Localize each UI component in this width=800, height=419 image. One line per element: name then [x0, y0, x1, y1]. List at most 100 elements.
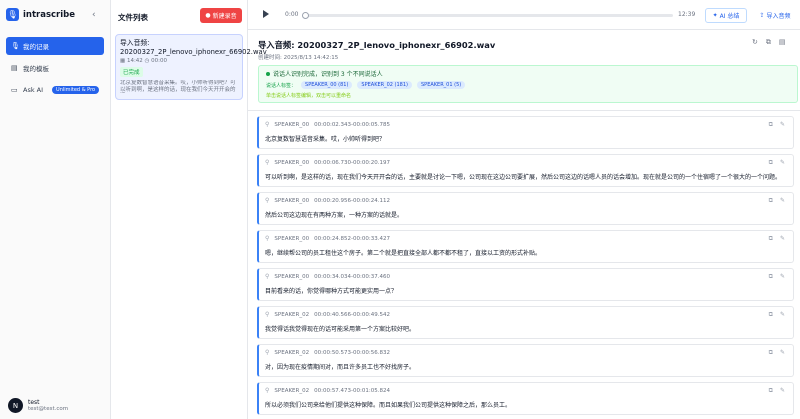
- user-email: test@test.com: [28, 406, 69, 412]
- file-list-panel: 文件列表 ● 新建录音 导入音频: 20200327_2P_lenovo_iph…: [111, 0, 267, 419]
- notice-text: 说话人识别完成，识别到 3 个不同说话人: [273, 71, 383, 78]
- speaker-tag[interactable]: SPEAKER_01 (5): [417, 81, 466, 89]
- copy-icon[interactable]: ⧉: [769, 387, 773, 395]
- progress-track[interactable]: [302, 12, 673, 19]
- transcript-segment[interactable]: ⚲ SPEAKER_00 00:00:24.852-00:00:33.427 嗯，继…: [257, 230, 794, 263]
- user-profile[interactable]: N test test@test.com: [8, 398, 68, 413]
- transcript-segment[interactable]: ⚲ SPEAKER_02 00:00:50.573-00:00:56.832 对，因…: [257, 344, 794, 377]
- status-badge: 已完成: [120, 67, 143, 77]
- transcript-segment[interactable]: ⚲ SPEAKER_02 00:00:40.566-00:00:49.542 我觉得…: [257, 306, 794, 339]
- segment-time: 00:00:24.852-00:00:33.427: [314, 235, 390, 242]
- copy-icon[interactable]: ⧉: [769, 311, 773, 319]
- mic-icon: 🎙: [11, 41, 20, 50]
- segment-text[interactable]: 所以必须我们公司来给他们提供这种保障。而且如果我们公司提供这种保障之后，那么员工…: [265, 400, 787, 409]
- ai-summary-button[interactable]: ✦ AI 总结: [705, 8, 747, 23]
- speaker-icon: ⚲: [265, 273, 270, 280]
- progress-knob[interactable]: [302, 12, 309, 19]
- segment-speaker[interactable]: SPEAKER_00: [274, 160, 309, 166]
- new-recording-label: 新建录音: [212, 13, 237, 20]
- segment-time: 00:00:50.573-00:00:56.832: [314, 349, 390, 356]
- speaker-labels: 说话人标签： SPEAKER_00 (81) SPEAKER_02 (181) …: [266, 81, 790, 89]
- copy-icon[interactable]: ⧉: [769, 235, 773, 243]
- segment-speaker[interactable]: SPEAKER_02: [274, 388, 309, 394]
- created-date: 创建时间: 2025/8/13 14:42:15: [258, 55, 339, 61]
- copy-icon[interactable]: ⧉: [769, 349, 773, 357]
- segment-time: 00:00:34.034-00:00:37.460: [314, 273, 390, 280]
- refresh-icon[interactable]: ↻: [752, 38, 758, 47]
- transcript-segment[interactable]: ⚲ SPEAKER_00 00:00:06.730-00:00:20.197 可以听…: [257, 154, 794, 187]
- segment-speaker[interactable]: SPEAKER_00: [274, 236, 309, 242]
- clock-icon: ◷: [144, 58, 150, 64]
- file-card[interactable]: 导入音频: 20200327_2P_lenovo_iphonexr_66902.…: [115, 34, 267, 100]
- segment-text[interactable]: 然后公司这边现在有两种方案，一种方案的话就是。: [265, 210, 787, 219]
- speaker-icon: ⚲: [265, 159, 270, 166]
- collapse-sidebar-icon[interactable]: ‹: [92, 10, 96, 20]
- segment-speaker[interactable]: SPEAKER_02: [274, 312, 309, 318]
- audio-player: 0:00 12:39 ✦ AI 总结 ⇪ 导入音频: [248, 0, 800, 30]
- header-actions: ↻ ⧉ ▤: [752, 38, 786, 47]
- edit-icon[interactable]: ✎: [780, 197, 785, 205]
- pro-badge: Unlimited & Pro: [52, 86, 100, 94]
- speaker-icon: ⚲: [265, 387, 270, 394]
- segment-speaker[interactable]: SPEAKER_02: [274, 350, 309, 356]
- speaker-icon: ⚲: [265, 311, 270, 318]
- play-icon[interactable]: [263, 10, 269, 18]
- file-time: 14:42: [126, 58, 143, 64]
- upload-icon: ⇪: [759, 12, 765, 19]
- edit-icon[interactable]: ✎: [780, 121, 785, 129]
- segment-time: 00:00:57.473-00:01:05.824: [314, 387, 390, 394]
- speaker-label-caption: 说话人标签：: [266, 82, 297, 89]
- edit-icon[interactable]: ✎: [780, 349, 785, 357]
- edit-icon[interactable]: ✎: [780, 273, 785, 281]
- current-time: 0:00: [285, 11, 299, 18]
- copy-icon[interactable]: ⧉: [769, 197, 773, 205]
- sparkle-icon: ✦: [712, 12, 718, 19]
- transcript-segment[interactable]: ⚲ SPEAKER_00 00:00:20.956-00:00:24.112 然后公…: [257, 192, 794, 225]
- segment-text[interactable]: 可以听到啊，是这样的话，现在我们今天开开会的话，主要就是讨论一下嗯，公司现在这边…: [265, 172, 787, 181]
- brand[interactable]: 🎙 intrascribe: [6, 8, 75, 21]
- speaker-tag[interactable]: SPEAKER_00 (81): [301, 81, 353, 89]
- edit-icon[interactable]: ✎: [780, 159, 785, 167]
- segment-text[interactable]: 我觉得话我觉得现在的话可能采用第一个方案比较好吧。: [265, 324, 787, 333]
- copy-icon[interactable]: ⧉: [769, 273, 773, 281]
- segment-time: 00:00:02.343-00:00:05.785: [314, 121, 390, 128]
- copy-icon[interactable]: ⧉: [769, 159, 773, 167]
- edit-icon[interactable]: ✎: [780, 387, 785, 395]
- notice-hint: 单击说话人标签编辑，双击可以重命名: [266, 93, 352, 99]
- segment-speaker[interactable]: SPEAKER_00: [274, 274, 309, 280]
- transcript-segment[interactable]: ⚲ SPEAKER_00 00:00:02.343-00:00:05.785 北京复…: [257, 116, 794, 149]
- file-duration: 00:00: [151, 58, 167, 64]
- file-name: 导入音频: 20200327_2P_lenovo_iphonexr_66902.…: [120, 39, 267, 56]
- segment-text[interactable]: 对，因为现在疫情期间对，而且许多员工也不好找房子。: [265, 362, 787, 371]
- speaker-icon: ⚲: [265, 235, 270, 242]
- file-meta: ▦ 14:42 ◷ 00:00: [120, 58, 238, 64]
- segment-speaker[interactable]: SPEAKER_00: [274, 122, 309, 128]
- success-dot-icon: [266, 71, 270, 76]
- record-icon: ●: [205, 12, 211, 19]
- segment-text[interactable]: 嗯，继续帮公司的员工租住这个房子。第二个就是把直接全部人都不都不租了，直接以工资…: [265, 248, 787, 257]
- speaker-tag[interactable]: SPEAKER_02 (181): [357, 81, 412, 89]
- transcript-segment[interactable]: ⚲ SPEAKER_00 00:00:34.034-00:00:37.460 目前看…: [257, 268, 794, 301]
- notice-title: 说话人识别完成，识别到 3 个不同说话人: [266, 69, 790, 78]
- copy-icon[interactable]: ⧉: [769, 121, 773, 129]
- segment-text[interactable]: 北京复数智慧语音采集。哎，小帅听得到吧？: [265, 134, 787, 143]
- speaker-icon: ⚲: [265, 197, 270, 204]
- edit-icon[interactable]: ✎: [780, 235, 785, 243]
- segment-time: 00:00:40.566-00:00:49.542: [314, 311, 390, 318]
- segment-time: 00:00:06.730-00:00:20.197: [314, 159, 390, 166]
- calendar-icon: ▦: [120, 58, 126, 64]
- import-audio-button[interactable]: ⇪ 导入音频: [754, 8, 796, 23]
- mic-logo-icon: 🎙: [6, 8, 19, 21]
- template-icon: ▤: [11, 63, 18, 72]
- sidebar-item-ask-ai[interactable]: ▭ Ask AI Unlimited & Pro: [6, 81, 104, 99]
- segment-speaker[interactable]: SPEAKER_00: [274, 198, 309, 204]
- sidebar-item-my-templates[interactable]: ▤ 我的模板: [6, 59, 104, 77]
- file-preview: 北京复数智慧语音采集。哎，小帅听得到吧？可以听到啊，是这样的话，现在我们今天开开…: [120, 80, 236, 93]
- document-icon[interactable]: ▤: [779, 38, 786, 47]
- sidebar-item-my-records[interactable]: 🎙 我的记录: [6, 37, 104, 55]
- transcript-segment[interactable]: ⚲ SPEAKER_02 00:00:57.473-00:01:05.824 所以必…: [257, 382, 794, 415]
- copy-icon[interactable]: ⧉: [766, 38, 771, 47]
- segment-text[interactable]: 目前看来的话，你觉得哪种方式可能更实用一点？: [265, 286, 787, 295]
- new-recording-button[interactable]: ● 新建录音: [200, 8, 242, 23]
- edit-icon[interactable]: ✎: [780, 311, 785, 319]
